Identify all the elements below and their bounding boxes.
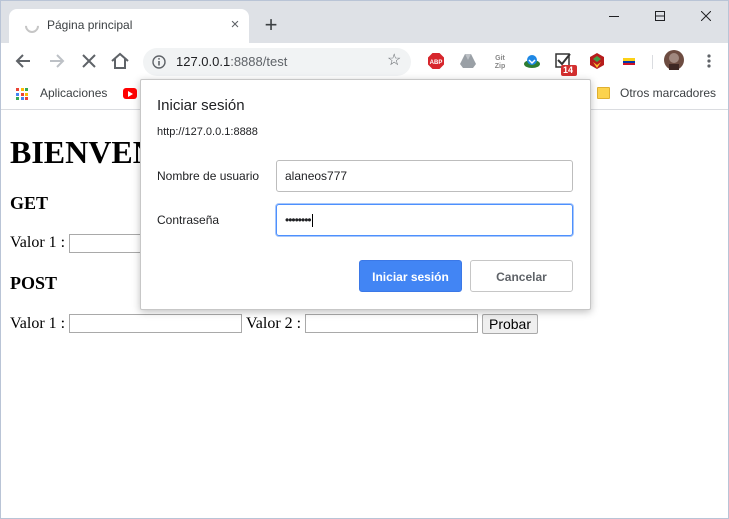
tab-title: Página principal — [47, 18, 133, 32]
username-value: alaneos777 — [285, 169, 348, 183]
profile-avatar-icon[interactable] — [664, 50, 684, 70]
probar-button[interactable]: Probar — [482, 314, 538, 334]
dialog-origin: http://127.0.0.1:8888 — [157, 126, 258, 138]
username-label: Nombre de usuario — [157, 169, 260, 183]
username-field[interactable]: alaneos777 — [276, 160, 573, 192]
extension-badge: 14 — [563, 65, 574, 75]
svg-text:ABP: ABP — [430, 60, 443, 66]
get-valor1-label: Valor 1 : — [10, 234, 66, 251]
download-icon[interactable] — [523, 52, 541, 70]
adblock-plus-icon[interactable]: ABP — [427, 52, 445, 70]
loading-spinner-icon — [22, 16, 42, 36]
post-section-title: POST — [10, 273, 58, 293]
maximize-icon — [655, 11, 665, 21]
stop-x-icon — [82, 54, 96, 68]
url-port-path: :8888/test — [230, 54, 288, 69]
todo-check-icon[interactable]: 14 — [555, 52, 577, 76]
back-button[interactable] — [14, 51, 34, 71]
close-icon — [700, 10, 712, 22]
get-section-title: GET — [10, 193, 49, 213]
url-host: 127.0.0.1 — [176, 54, 231, 69]
browser-toolbar: 127.0.0.1:8888/test ☆ ABP Git Zip 14 — [1, 43, 728, 79]
window-maximize-button[interactable] — [637, 6, 683, 26]
address-bar[interactable]: 127.0.0.1:8888/test ☆ — [143, 48, 411, 76]
svg-text:Zip: Zip — [495, 63, 506, 70]
password-field[interactable]: •••••••• — [276, 204, 573, 236]
text-caret — [311, 214, 313, 228]
toolbar-divider — [652, 55, 653, 69]
stop-button[interactable] — [79, 51, 99, 71]
folder-icon — [597, 87, 610, 99]
home-icon — [111, 52, 129, 69]
window-minimize-button[interactable] — [591, 6, 637, 26]
post-valor2-input[interactable] — [305, 314, 478, 333]
sign-in-dialog: Iniciar sesión http://127.0.0.1:8888 Nom… — [140, 79, 591, 310]
apps-grid-icon[interactable] — [16, 88, 28, 100]
info-icon[interactable] — [152, 55, 166, 69]
colombia-flag-icon[interactable] — [620, 52, 638, 70]
bookmark-star-icon[interactable]: ☆ — [387, 53, 401, 69]
other-bookmarks-link[interactable]: Otros marcadores — [620, 86, 716, 100]
forward-arrow-icon — [50, 54, 65, 68]
back-arrow-icon — [15, 54, 30, 68]
post-valor1-input[interactable] — [69, 314, 242, 333]
post-valor2-label: Valor 2 : — [246, 315, 302, 332]
dialog-title: Iniciar sesión — [157, 97, 245, 114]
svg-text:Git: Git — [495, 55, 505, 62]
flag-extension-icon[interactable] — [588, 52, 606, 70]
menu-more-icon[interactable] — [701, 52, 717, 70]
url-text: 127.0.0.1:8888/test — [176, 54, 287, 69]
new-tab-button[interactable]: + — [259, 14, 283, 38]
tab-pagina-principal[interactable]: Página principal × — [9, 9, 249, 43]
google-drive-icon[interactable] — [459, 52, 477, 70]
youtube-icon[interactable] — [123, 88, 137, 99]
bookmark-apps-link[interactable]: Aplicaciones — [40, 86, 107, 100]
window-close-button[interactable] — [683, 6, 728, 26]
cancel-button[interactable]: Cancelar — [470, 260, 573, 292]
minimize-line-icon — [609, 16, 619, 17]
home-button[interactable] — [110, 51, 130, 71]
password-label: Contraseña — [157, 213, 220, 227]
post-valor1-label: Valor 1 : — [10, 315, 66, 332]
forward-button[interactable] — [46, 51, 66, 71]
browser-window: Página principal × + 127.0.0.1:8888/test… — [0, 0, 729, 519]
tab-close-icon[interactable]: × — [227, 17, 243, 33]
sign-in-button[interactable]: Iniciar sesión — [359, 260, 462, 292]
password-mask: •••••••• — [285, 213, 312, 227]
git-zip-icon[interactable]: Git Zip — [491, 52, 509, 70]
